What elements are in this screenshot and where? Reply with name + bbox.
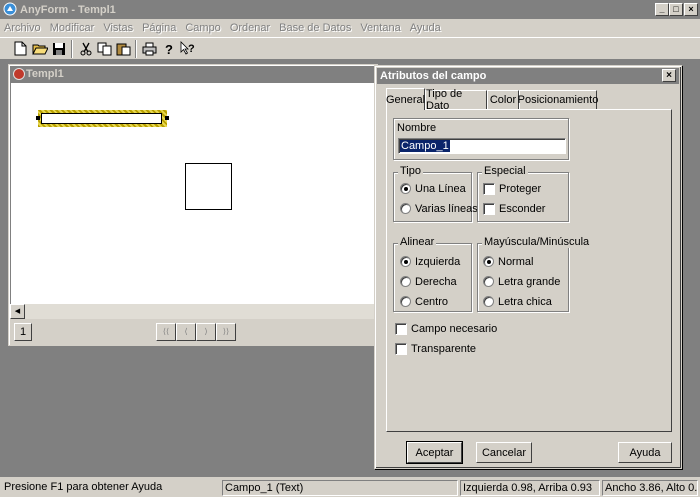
- radio-normal[interactable]: [483, 256, 494, 267]
- new-icon[interactable]: [12, 40, 29, 57]
- selected-field-frame[interactable]: [36, 110, 169, 127]
- radio-letra-grande[interactable]: [483, 276, 494, 287]
- copy-icon[interactable]: [96, 40, 113, 57]
- menu-vistas[interactable]: Vistas: [103, 22, 133, 34]
- page-number-button[interactable]: 1: [14, 323, 32, 341]
- page-navigation-bar: 1 ⟨⟨ ⟨ ⟩ ⟩⟩: [10, 319, 376, 345]
- checkbox-esconder[interactable]: [483, 203, 495, 215]
- last-page-button[interactable]: ⟩⟩: [216, 323, 236, 341]
- menu-campo[interactable]: Campo: [185, 22, 220, 34]
- dialog-title: Atributos del campo: [380, 70, 487, 82]
- tab-tipo-de-dato[interactable]: Tipo de Dato: [425, 88, 487, 112]
- status-help-text: Presione F1 para obtener Ayuda: [4, 481, 163, 493]
- document-title: Templ1: [26, 68, 64, 80]
- page-nav-group: ⟨⟨ ⟨ ⟩ ⟩⟩: [156, 323, 238, 341]
- dialog-title-bar[interactable]: Atributos del campo: [377, 68, 679, 84]
- radio-derecha-label: Derecha: [415, 276, 457, 288]
- minimize-button[interactable]: _: [655, 3, 669, 16]
- name-label: Nombre: [397, 122, 437, 134]
- resize-handle[interactable]: [36, 116, 40, 120]
- checkbox-transparente-label: Transparente: [411, 343, 477, 355]
- radio-una-linea[interactable]: [400, 183, 411, 194]
- radio-normal-label: Normal: [498, 256, 534, 268]
- document-icon: [13, 68, 25, 80]
- app-title-bar[interactable]: AnyForm - Templ1: [0, 0, 700, 19]
- dialog-close-button[interactable]: ×: [662, 69, 676, 82]
- checkbox-campo-necesario-label: Campo necesario: [411, 323, 498, 335]
- radio-letra-chica[interactable]: [483, 296, 494, 307]
- document-title-bar[interactable]: Templ1: [10, 66, 376, 82]
- print-icon[interactable]: [141, 40, 158, 57]
- menu-base-de-datos[interactable]: Base de Datos: [279, 22, 351, 34]
- radio-derecha[interactable]: [400, 276, 411, 287]
- checkbox-campo-necesario[interactable]: [395, 323, 407, 335]
- menu-pagina[interactable]: Página: [142, 22, 176, 34]
- menu-ordenar[interactable]: Ordenar: [230, 22, 270, 34]
- checkbox-transparente[interactable]: [395, 343, 407, 355]
- status-field-info: Campo_1 (Text): [222, 480, 458, 496]
- horizontal-scrollbar[interactable]: ◀: [10, 304, 376, 319]
- menu-modificar[interactable]: Modificar: [50, 22, 95, 34]
- radio-centro-label: Centro: [415, 296, 449, 308]
- toolbar-separator: [71, 40, 73, 58]
- alinear-label: Alinear: [398, 236, 437, 248]
- scroll-left-button[interactable]: ◀: [10, 304, 25, 319]
- paste-icon[interactable]: [115, 40, 132, 57]
- form-canvas[interactable]: [10, 82, 376, 304]
- especial-label: Especial: [482, 165, 528, 177]
- checkbox-proteger[interactable]: [483, 183, 495, 195]
- open-icon[interactable]: [31, 40, 48, 57]
- radio-izquierda-label: Izquierda: [415, 256, 461, 268]
- tab-posicionamiento[interactable]: Posicionamiento: [518, 90, 598, 109]
- status-position: Izquierda 0.98, Arriba 0.93: [460, 480, 600, 496]
- name-input[interactable]: Campo_1: [398, 138, 566, 154]
- svg-text:?: ?: [188, 43, 195, 55]
- radio-izquierda[interactable]: [400, 256, 411, 267]
- radio-varias-lineas[interactable]: [400, 203, 411, 214]
- toolbar: ? ?: [0, 37, 700, 60]
- svg-text:?: ?: [165, 42, 173, 56]
- first-page-button[interactable]: ⟨⟨: [156, 323, 176, 341]
- radio-centro[interactable]: [400, 296, 411, 307]
- text-field-campo-1[interactable]: [41, 113, 162, 124]
- menu-archivo[interactable]: Archivo: [4, 22, 41, 34]
- help-icon[interactable]: ?: [160, 40, 177, 57]
- tab-general[interactable]: General: [386, 88, 425, 110]
- status-size: Ancho 3.86, Alto 0.: [602, 480, 698, 496]
- mayuscula-label: Mayúscula/Minúscula: [482, 236, 592, 248]
- menu-ventana[interactable]: Ventana: [360, 22, 400, 34]
- tab-color[interactable]: Color: [487, 90, 519, 109]
- radio-una-linea-label: Una Línea: [415, 183, 466, 195]
- toolbar-separator: [135, 40, 137, 58]
- save-icon[interactable]: [50, 40, 67, 57]
- name-input-value: Campo_1: [400, 140, 450, 152]
- box-field[interactable]: [185, 163, 232, 210]
- menu-ayuda[interactable]: Ayuda: [410, 22, 441, 34]
- restore-button[interactable]: □: [669, 3, 683, 16]
- accept-button[interactable]: Aceptar: [406, 441, 463, 464]
- radio-varias-lineas-label: Varias líneas: [415, 203, 478, 215]
- context-help-icon[interactable]: ?: [179, 40, 196, 57]
- app-title: AnyForm - Templ1: [20, 3, 116, 16]
- tipo-label: Tipo: [398, 165, 423, 177]
- close-button[interactable]: ×: [684, 3, 698, 16]
- cut-icon[interactable]: [77, 40, 94, 57]
- dialog-help-button[interactable]: Ayuda: [618, 442, 672, 463]
- resize-handle[interactable]: [165, 116, 169, 120]
- menu-bar: Archivo Modificar Vistas Página Campo Or…: [0, 19, 700, 37]
- radio-letra-chica-label: Letra chica: [498, 296, 552, 308]
- radio-letra-grande-label: Letra grande: [498, 276, 561, 288]
- cancel-button[interactable]: Cancelar: [476, 442, 532, 463]
- checkbox-esconder-label: Esconder: [499, 203, 546, 215]
- checkbox-proteger-label: Proteger: [499, 183, 542, 195]
- next-page-button[interactable]: ⟩: [196, 323, 216, 341]
- prev-page-button[interactable]: ⟨: [176, 323, 196, 341]
- app-icon: [3, 2, 17, 16]
